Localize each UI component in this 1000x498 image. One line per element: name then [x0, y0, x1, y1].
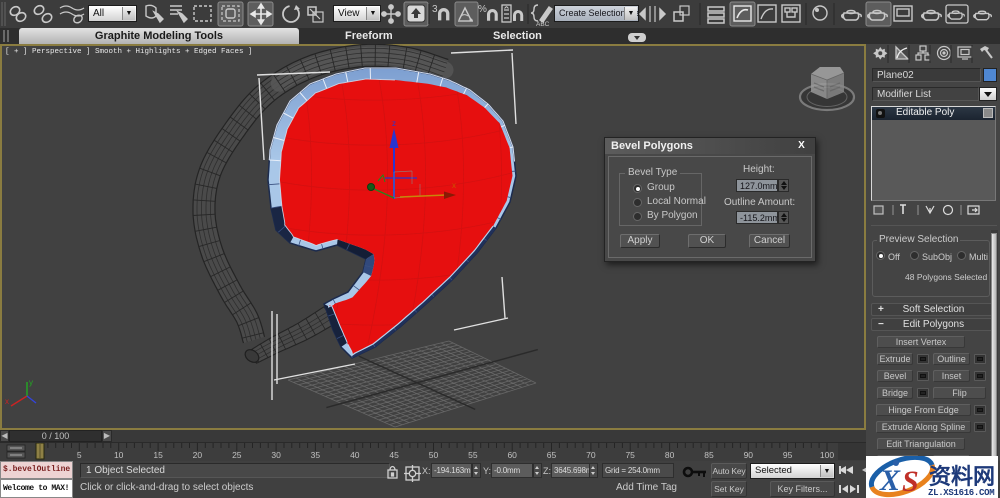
svg-text:55: 55 — [468, 450, 478, 460]
svg-text:S: S — [902, 465, 919, 498]
svg-text:100: 100 — [820, 450, 834, 460]
svg-text:30: 30 — [271, 450, 281, 460]
svg-text:70: 70 — [586, 450, 596, 460]
svg-text:10: 10 — [114, 450, 124, 460]
svg-text:50: 50 — [429, 450, 439, 460]
svg-text:5: 5 — [77, 450, 82, 460]
svg-text:x: x — [452, 181, 456, 190]
svg-text:%: % — [478, 4, 487, 15]
svg-text:ZL.XS1616.COM: ZL.XS1616.COM — [928, 488, 994, 498]
svg-text:35: 35 — [311, 450, 321, 460]
svg-text:X: X — [879, 464, 901, 497]
svg-text:3: 3 — [432, 4, 438, 15]
svg-text:80: 80 — [665, 450, 675, 460]
svg-text:45: 45 — [389, 450, 399, 460]
svg-text:85: 85 — [704, 450, 714, 460]
svg-text:95: 95 — [783, 450, 793, 460]
svg-text:z: z — [392, 119, 396, 128]
svg-text:y: y — [29, 378, 33, 387]
svg-text:75: 75 — [625, 450, 635, 460]
svg-text:15: 15 — [153, 450, 163, 460]
svg-text:25: 25 — [232, 450, 242, 460]
svg-text:60: 60 — [507, 450, 517, 460]
svg-text:90: 90 — [744, 450, 754, 460]
svg-text:资料网: 资料网 — [929, 464, 995, 489]
svg-text:x: x — [5, 397, 9, 406]
svg-text:65: 65 — [547, 450, 557, 460]
svg-text:20: 20 — [193, 450, 203, 460]
svg-text:40: 40 — [350, 450, 360, 460]
svg-text:ABC: ABC — [536, 21, 550, 28]
